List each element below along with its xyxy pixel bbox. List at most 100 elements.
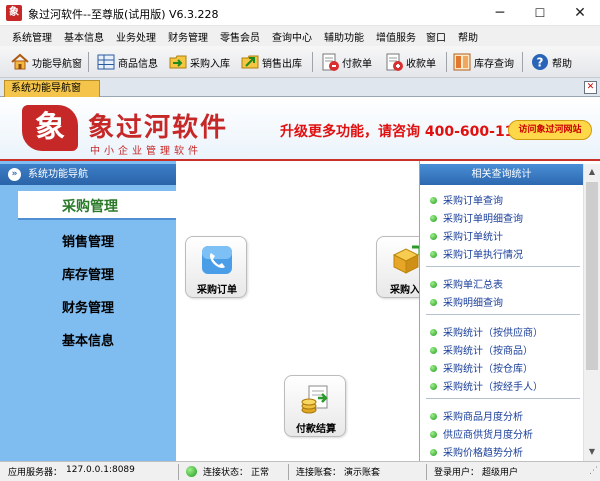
toolbar-separator bbox=[446, 52, 447, 72]
purchase-in-button[interactable]: 采购入 bbox=[376, 236, 422, 298]
double-chevron-icon: » bbox=[8, 168, 21, 181]
menu-retail-members[interactable]: 零售会员 bbox=[220, 29, 260, 44]
bullet-icon bbox=[430, 383, 437, 390]
home-icon bbox=[11, 53, 29, 70]
menu-query-center[interactable]: 查询中心 bbox=[272, 29, 312, 44]
nav-item-sales-management[interactable]: 销售管理 bbox=[62, 231, 114, 250]
connection-label: 连接状态： bbox=[203, 468, 249, 478]
nav-item-basic-info[interactable]: 基本信息 bbox=[62, 330, 114, 349]
title-bar: 象 象过河软件--至尊版(试用版) V6.3.228 ─ ☐ ✕ bbox=[0, 0, 600, 26]
bullet-icon bbox=[430, 365, 437, 372]
tab-strip: 系统功能导航窗 ✕ bbox=[0, 78, 600, 97]
menu-business[interactable]: 业务处理 bbox=[116, 29, 156, 44]
vertical-scrollbar[interactable]: ▲ ▼ bbox=[583, 164, 600, 461]
upgrade-promo-text: 升级更多功能，请咨询 400-600-1168 bbox=[280, 124, 534, 140]
query-link-label: 采购订单查询 bbox=[443, 196, 503, 207]
nav-item-purchase-management[interactable]: 采购管理 bbox=[18, 191, 176, 220]
bullet-icon bbox=[430, 413, 437, 420]
banner: 象 象过河软件 中小企业管理软件 升级更多功能，请咨询 400-600-1168… bbox=[0, 97, 600, 161]
nav-item-inventory-management[interactable]: 库存管理 bbox=[62, 264, 114, 283]
query-link[interactable]: 采购明细查询 bbox=[430, 294, 503, 309]
nav-item-label: 采购管理 bbox=[62, 199, 118, 215]
nav-header-title: 系统功能导航 bbox=[28, 169, 88, 180]
related-queries-panel: 相关查询统计 采购订单查询 采购订单明细查询 采购订单统计 采购订单执行情况 采… bbox=[419, 161, 600, 461]
menu-window[interactable]: 窗口 bbox=[426, 29, 446, 44]
bullet-icon bbox=[430, 431, 437, 438]
query-link-label: 采购商品月度分析 bbox=[443, 412, 523, 423]
scroll-down-icon[interactable]: ▼ bbox=[584, 444, 600, 460]
query-link[interactable]: 采购订单明细查询 bbox=[430, 210, 523, 225]
menu-value-added[interactable]: 增值服务 bbox=[376, 29, 416, 44]
server-label: 应用服务器： bbox=[8, 468, 63, 478]
scroll-up-icon[interactable]: ▲ bbox=[584, 164, 600, 180]
toolbar-label: 库存查询 bbox=[474, 59, 514, 70]
help-icon: ? bbox=[532, 54, 548, 70]
bullet-icon bbox=[430, 251, 437, 258]
toolbar-label: 付款单 bbox=[342, 59, 372, 70]
nav-header: » 系统功能导航 bbox=[0, 164, 176, 185]
bullet-icon bbox=[430, 329, 437, 336]
toolbar-separator bbox=[312, 52, 313, 72]
server-value: 127.0.0.1:8089 bbox=[66, 465, 135, 475]
query-link[interactable]: 采购统计（按经手人） bbox=[430, 378, 543, 393]
account-value: 演示账套 bbox=[344, 468, 381, 478]
connection-status-icon bbox=[186, 466, 197, 477]
toolbar-label: 功能导航窗 bbox=[32, 59, 82, 70]
toolbar-label: 商品信息 bbox=[118, 59, 158, 70]
group-divider bbox=[426, 266, 580, 267]
menu-basic-info[interactable]: 基本信息 bbox=[64, 29, 104, 44]
query-link-label: 采购价格趋势分析 bbox=[443, 448, 523, 459]
maximize-button[interactable]: ☐ bbox=[520, 0, 560, 26]
app-logo-icon: 象 bbox=[6, 5, 22, 21]
bullet-icon bbox=[430, 233, 437, 240]
related-queries-title: 相关查询统计 bbox=[420, 164, 583, 185]
menu-system[interactable]: 系统管理 bbox=[12, 29, 52, 44]
toolbar-label: 采购入库 bbox=[190, 59, 230, 70]
account-label: 连接账套： bbox=[296, 468, 342, 478]
phone-order-icon bbox=[202, 246, 232, 274]
query-link[interactable]: 供应商供货月度分析 bbox=[430, 426, 533, 441]
query-link[interactable]: 采购统计（按供应商） bbox=[430, 324, 543, 339]
query-link[interactable]: 采购订单统计 bbox=[430, 228, 503, 243]
payment-settlement-button[interactable]: 付款结算 bbox=[284, 375, 346, 437]
tab-system-navigation[interactable]: 系统功能导航窗 bbox=[4, 80, 100, 97]
close-button[interactable]: ✕ bbox=[560, 0, 600, 26]
connection-value: 正常 bbox=[251, 468, 270, 478]
func-button-label: 采购入 bbox=[390, 285, 420, 296]
toolbar-separator bbox=[88, 52, 89, 72]
toolbar-separator bbox=[522, 52, 523, 72]
toolbar-label: 销售出库 bbox=[262, 59, 302, 70]
bullet-icon bbox=[430, 197, 437, 204]
minimize-button[interactable]: ─ bbox=[480, 0, 520, 26]
query-link[interactable]: 采购统计（按仓库） bbox=[430, 360, 533, 375]
menu-auxiliary[interactable]: 辅助功能 bbox=[324, 29, 364, 44]
purchase-in-icon bbox=[169, 55, 187, 69]
scrollbar-thumb[interactable] bbox=[586, 182, 598, 370]
query-link[interactable]: 采购统计（按商品） bbox=[430, 342, 533, 357]
nav-item-finance-management[interactable]: 财务管理 bbox=[62, 297, 114, 316]
sales-out-icon bbox=[241, 55, 259, 69]
group-divider bbox=[426, 398, 580, 399]
status-divider bbox=[178, 464, 179, 480]
query-link[interactable]: 采购单汇总表 bbox=[430, 276, 503, 291]
menu-finance[interactable]: 财务管理 bbox=[168, 29, 208, 44]
query-link[interactable]: 采购价格趋势分析 bbox=[430, 444, 523, 459]
query-link[interactable]: 采购订单查询 bbox=[430, 192, 503, 207]
brand-subtitle: 中小企业管理软件 bbox=[90, 146, 202, 157]
bullet-icon bbox=[430, 281, 437, 288]
query-link-label: 采购订单统计 bbox=[443, 232, 503, 243]
purchase-order-button[interactable]: 采购订单 bbox=[185, 236, 247, 298]
toolbar: 功能导航窗 商品信息 采购入库 销售出库 付款单 收款单 库存查询 ? 帮助 bbox=[0, 46, 600, 78]
query-link[interactable]: 采购订单执行情况 bbox=[430, 246, 523, 261]
user-value: 超级用户 bbox=[482, 468, 519, 478]
visit-website-button[interactable]: 访问象过河网站 bbox=[508, 120, 592, 140]
tab-close-button[interactable]: ✕ bbox=[584, 81, 597, 94]
bullet-icon bbox=[430, 449, 437, 456]
resize-grip-icon[interactable]: ⋰ bbox=[589, 466, 598, 476]
function-content-area: 采购订单 采购入 付款结算 bbox=[176, 161, 422, 461]
func-button-label: 付款结算 bbox=[296, 424, 336, 435]
menu-help[interactable]: 帮助 bbox=[458, 29, 478, 44]
inventory-icon bbox=[453, 53, 471, 71]
query-link[interactable]: 采购商品月度分析 bbox=[430, 408, 523, 423]
query-link-label: 采购统计（按商品） bbox=[443, 346, 533, 357]
